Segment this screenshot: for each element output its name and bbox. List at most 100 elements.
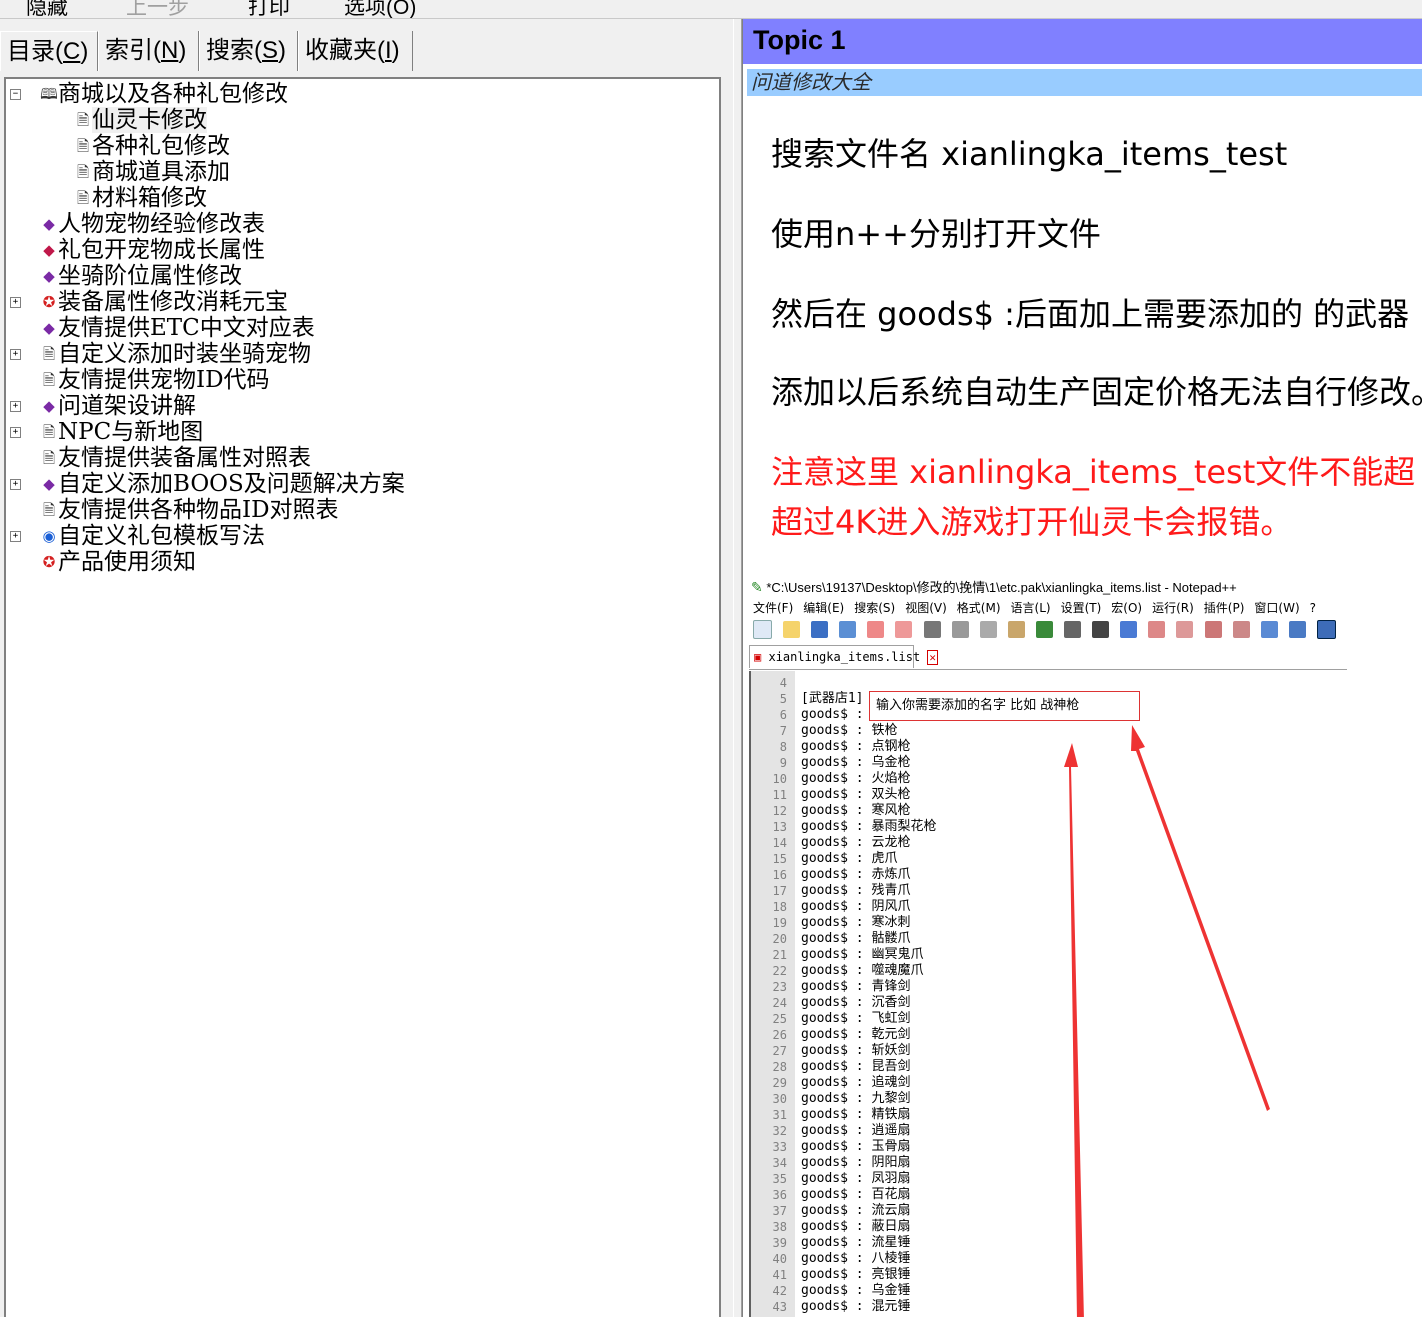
notepad-file-tab[interactable]: ▣ xianlingka_items.list ✕: [749, 645, 939, 668]
tab-contents-label: 目录(: [7, 38, 63, 65]
back-button[interactable]: 上一步: [126, 0, 189, 18]
tree-item-label: 自定义礼包模板写法: [58, 523, 265, 549]
warning-line-2: 超过4K进入游戏打开仙灵卡会报错。: [771, 503, 1293, 541]
tree-item[interactable]: 🗎 友情提供宠物ID代码: [40, 367, 270, 393]
notepad-window-title: *C:\Users\19137\Desktop\修改的\挽情\1\etc.pak…: [766, 580, 1237, 595]
tree-item-label: 友情提供各种物品ID对照表: [58, 497, 339, 523]
tree-item[interactable]: 🗎 友情提供各种物品ID对照表: [40, 497, 339, 523]
notepad-tab-name: xianlingka_items.list: [768, 650, 921, 664]
navigation-panel: 目录(C) 索引(N) 搜索(S) 收藏夹(I) − 🕮商城以及各种礼包修改 🗎 仙灵…: [0, 19, 733, 1317]
tree-item[interactable]: + ◆ 自定义添加BOOS及问题解决方案: [10, 471, 405, 497]
book-icon: ◆: [43, 319, 55, 337]
panel-splitter[interactable]: [733, 19, 742, 1317]
tree-item-label: 产品使用须知: [58, 549, 196, 575]
save-all-icon: [839, 621, 857, 638]
expand-icon[interactable]: +: [10, 401, 21, 412]
tree-item[interactable]: + ✪ 装备属性修改消耗元宝: [10, 289, 288, 315]
notepad-menu-item: 运行(R): [1152, 601, 1194, 615]
tree-item-label: 商城以及各种礼包修改: [58, 81, 288, 107]
book-red-icon: ◆: [43, 241, 55, 259]
sync-h-icon: [1232, 621, 1250, 638]
notepad-menu-item: 设置(T): [1060, 601, 1102, 615]
book-icon: ◆: [43, 475, 55, 493]
tree-item[interactable]: ◆ 礼包开宠物成长属性: [40, 237, 265, 263]
tab-search-label: 搜索(: [206, 37, 262, 64]
expand-icon[interactable]: +: [10, 479, 21, 490]
help-toolbar: 隐藏 上一步 打印 选项(O): [0, 0, 1422, 19]
notepad-menu-item: 视图(V): [905, 601, 947, 615]
tree-item[interactable]: 🗎 商城道具添加: [74, 159, 230, 185]
paragraph-auto-price: 添加以后系统自动生产固定价格无法自行修改。: [771, 373, 1422, 411]
tree-item[interactable]: 🗎 材料箱修改: [74, 185, 207, 211]
page-icon: 🗎: [76, 111, 90, 129]
special-icon: ✪: [42, 553, 56, 571]
close-tab-icon[interactable]: ✕: [927, 650, 939, 665]
notepad-app-icon: ✎: [751, 579, 763, 595]
expand-icon[interactable]: +: [10, 297, 21, 308]
collapse-icon[interactable]: −: [10, 89, 21, 100]
close-all-icon: [895, 621, 913, 638]
options-button[interactable]: 选项(O): [344, 0, 416, 18]
close-file-icon: [867, 621, 885, 638]
tree-item[interactable]: + ◉ 自定义礼包模板写法: [10, 523, 265, 549]
topic-subtitle: 问道修改大全: [747, 69, 1422, 96]
open-folder-icon: [783, 621, 801, 638]
tree-item[interactable]: ✪ 产品使用须知: [40, 549, 196, 575]
notepad-toolbar: [753, 619, 1347, 641]
tree-item[interactable]: − 🕮商城以及各种礼包修改: [10, 81, 288, 107]
expand-icon[interactable]: +: [10, 427, 21, 438]
tree-item[interactable]: ◆ 坐骑阶位属性修改: [40, 263, 242, 289]
book-icon: ◆: [43, 215, 55, 233]
notepad-menu-item: 编辑(E): [803, 601, 845, 615]
tree-item[interactable]: ◆ 友情提供ETC中文对应表: [40, 315, 315, 341]
contents-tree: − 🕮商城以及各种礼包修改 🗎 仙灵卡修改 🗎 各种礼包修改 🗎 商城道具添加 🗎 材料箱修改 ◆ 人…: [4, 77, 721, 1317]
tree-item[interactable]: + 🗎 NPC与新地图: [10, 419, 203, 445]
expand-icon[interactable]: +: [10, 349, 21, 360]
tab-search-label-end: ): [278, 37, 287, 64]
tab-index[interactable]: 索引(N): [98, 31, 199, 71]
tab-index-label: 索引(: [105, 37, 161, 64]
copy-icon: [979, 621, 997, 638]
tree-item[interactable]: 🗎 友情提供装备属性对照表: [40, 445, 311, 471]
notepad-menu-bar: 文件(F) 编辑(E) 搜索(S) 视图(V) 格式(M) 语言(L) 设置(T) 宏(O) 运…: [753, 599, 1326, 617]
word-wrap-icon: [1260, 621, 1278, 638]
tab-search[interactable]: 搜索(S): [199, 31, 298, 71]
globe-icon: ◉: [42, 527, 56, 545]
warning-line-1: 注意这里 xianlingka_items_test文件不能超: [771, 453, 1416, 491]
tab-favorites-label: 收藏夹(: [305, 37, 385, 64]
replace-icon: [1120, 621, 1138, 638]
notepad-title-bar: ✎ *C:\Users\19137\Desktop\修改的\挽情\1\etc.p…: [751, 577, 1237, 596]
hide-button[interactable]: 隐藏: [26, 0, 68, 18]
topic-title: Topic 1: [753, 25, 846, 55]
show-all-chars-icon: [1288, 621, 1306, 638]
print-button[interactable]: 打印: [248, 0, 290, 18]
page-icon: 🗎: [42, 371, 56, 389]
tree-item-label: 友情提供装备属性对照表: [58, 445, 311, 471]
notepad-editor: 4 5 6 7 8 9 10 11 12 13 14 15 16 17 18 19 20 21 22 23 24 25 26…: [749, 671, 1347, 1317]
page-icon: 🗎: [42, 449, 56, 467]
expand-icon[interactable]: +: [10, 531, 21, 542]
tab-favorites-label-end: ): [391, 37, 400, 64]
tree-item[interactable]: ◆ 人物宠物经验修改表: [40, 211, 265, 237]
find-icon: [1092, 621, 1110, 638]
tree-item[interactable]: + ◆ 问道架设讲解: [10, 393, 196, 419]
tab-contents-label-end: ): [80, 38, 89, 65]
arrow-right: [1131, 725, 1270, 1111]
unsaved-file-icon: ▣: [754, 650, 762, 664]
tab-favorites[interactable]: 收藏夹(I): [298, 31, 413, 71]
book-icon: ◆: [43, 397, 55, 415]
book-icon: ◆: [43, 267, 55, 285]
zoom-out-icon: [1176, 621, 1194, 638]
notepad-menu-item: 窗口(W): [1254, 601, 1300, 615]
tree-item-label: 礼包开宠物成长属性: [58, 237, 265, 263]
tree-item-label: 装备属性修改消耗元宝: [58, 289, 288, 315]
tree-item[interactable]: 🗎 仙灵卡修改: [74, 107, 207, 133]
notepad-menu-item: 搜索(S): [854, 601, 896, 615]
page-icon: 🗎: [76, 163, 90, 181]
notepad-menu-item: 插件(P): [1203, 601, 1245, 615]
redo-icon: [1064, 621, 1082, 638]
tab-contents[interactable]: 目录(C): [0, 31, 98, 71]
tree-item[interactable]: + 🗎 自定义添加时装坐骑宠物: [10, 341, 311, 367]
tree-item[interactable]: 🗎 各种礼包修改: [74, 133, 230, 159]
tree-item-label: 材料箱修改: [92, 185, 207, 211]
